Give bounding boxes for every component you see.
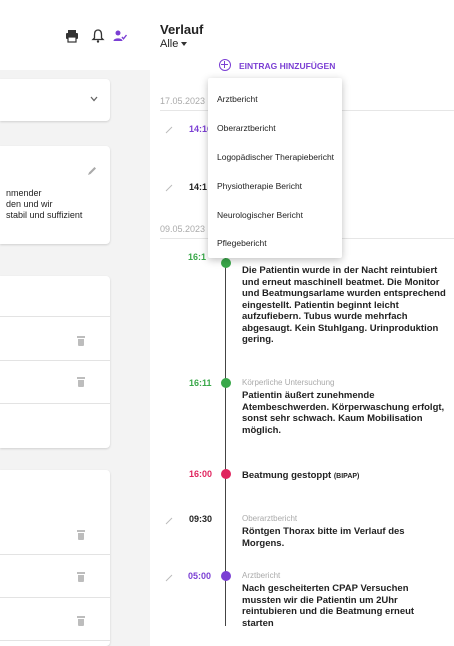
filter-value: Alle	[160, 38, 179, 50]
entry-text: Die Patientin wurde in der Nacht reintub…	[242, 265, 446, 345]
row-divider	[0, 360, 110, 361]
menu-item-logopaedisch[interactable]: Logopädischer Therapiebericht	[217, 152, 334, 162]
collapsed-section-card[interactable]	[0, 79, 110, 121]
entry-time: 16:00	[189, 469, 213, 479]
trash-icon[interactable]	[77, 572, 85, 582]
entry-type: Arztbericht	[242, 571, 281, 580]
entry-time: 14:1	[189, 182, 208, 192]
filter-select[interactable]: Alle	[160, 38, 188, 50]
timeline-dot	[221, 258, 231, 268]
date-header: 17.05.2023	[160, 96, 206, 106]
edit-pencil-icon[interactable]	[165, 517, 173, 525]
caret-down-icon	[181, 42, 188, 47]
trash-icon[interactable]	[77, 377, 85, 387]
summary-line-2: den und wir	[6, 199, 53, 209]
entry-time: 09:30	[189, 514, 213, 524]
trash-icon[interactable]	[77, 530, 85, 540]
entry-time: 05:00	[188, 571, 212, 581]
entry-text: Röntgen Thorax bitte im Verlauf des Morg…	[242, 526, 405, 549]
edit-pencil-icon[interactable]	[87, 166, 97, 176]
bell-icon[interactable]	[90, 28, 106, 44]
entry-type: Körperliche Untersuchung	[242, 378, 335, 387]
menu-item-oberarztbericht[interactable]: Oberarztbericht	[217, 123, 276, 133]
entry-type-menu: Arztbericht Oberarztbericht Logopädische…	[208, 78, 342, 258]
printer-icon[interactable]	[64, 28, 80, 44]
row-divider	[0, 597, 110, 598]
trash-icon[interactable]	[77, 336, 85, 346]
chevron-down-icon[interactable]	[90, 96, 98, 102]
entry-text-suffix: (BIPAP)	[333, 473, 360, 480]
edit-pencil-icon[interactable]	[165, 184, 173, 192]
entry-text-main: Beatmung gestoppt	[242, 470, 332, 481]
entry-text: Beatmung gestoppt (BIPAP)	[242, 470, 447, 483]
left-toolbar	[0, 0, 150, 70]
row-divider	[0, 640, 110, 641]
list-card-2	[0, 470, 110, 646]
row-divider	[0, 403, 110, 404]
person-check-icon[interactable]	[112, 28, 128, 44]
entry-text: Patientin äußert zunehmende Atembeschwer…	[242, 390, 445, 436]
summary-line-1: nmender	[6, 188, 42, 198]
row-divider	[0, 316, 110, 317]
entry-time: 16:11	[189, 378, 212, 388]
trash-icon[interactable]	[77, 616, 85, 626]
row-divider	[0, 554, 110, 555]
date-header: 09.05.2023	[160, 224, 206, 234]
add-entry-button[interactable]: EINTRAG HINZUFÜGEN	[239, 61, 335, 71]
edit-pencil-icon[interactable]	[165, 126, 173, 134]
timeline-dot	[221, 571, 231, 581]
edit-pencil-icon[interactable]	[165, 574, 173, 582]
timeline-dot	[221, 469, 231, 479]
menu-item-arztbericht[interactable]: Arztbericht	[217, 94, 258, 104]
entry-type: Oberarztbericht	[242, 514, 298, 523]
left-panel: nmender den und wir stabil und suffizien…	[0, 0, 150, 646]
menu-item-pflegebericht[interactable]: Pflegebericht	[217, 238, 267, 248]
summary-line-3: stabil und suffizient	[6, 210, 83, 220]
timeline-line	[225, 250, 226, 626]
add-circle-icon[interactable]	[219, 59, 231, 71]
summary-card: nmender den und wir stabil und suffizien…	[0, 146, 110, 244]
menu-item-neurologisch[interactable]: Neurologischer Bericht	[217, 210, 303, 220]
entry-text: Nach gescheiterten CPAP Versuchen musste…	[242, 583, 415, 629]
timeline-dot	[221, 378, 231, 388]
menu-item-physiotherapie[interactable]: Physiotherapie Bericht	[217, 181, 302, 191]
page-title: Verlauf	[160, 22, 204, 37]
entry-time: 16:1	[188, 252, 207, 262]
list-card-1	[0, 276, 110, 448]
